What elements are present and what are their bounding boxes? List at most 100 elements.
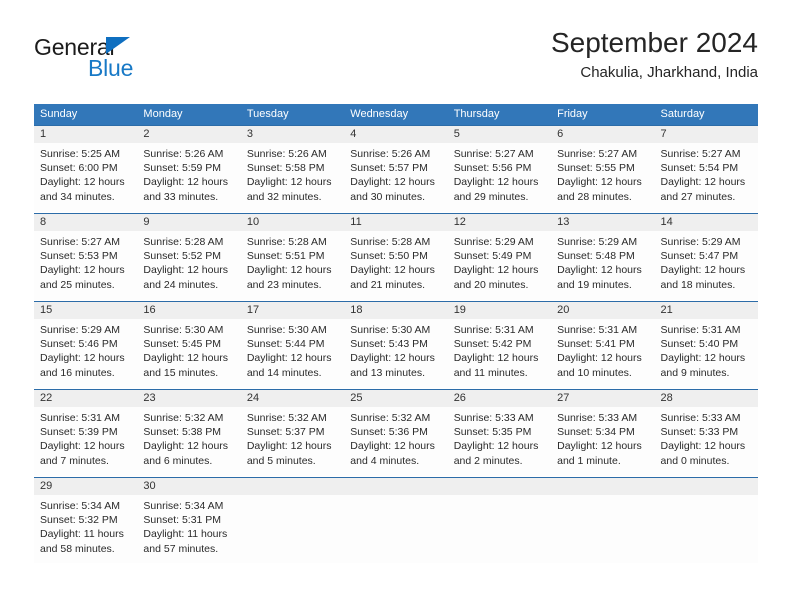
daylight-text-line1: Daylight: 12 hours — [453, 440, 539, 453]
day-cell[interactable]: 1 Sunrise: 5:25 AM Sunset: 6:00 PM Dayli… — [34, 126, 138, 213]
day-cell[interactable]: 7 Sunrise: 5:27 AM Sunset: 5:54 PM Dayli… — [654, 126, 758, 213]
day-cell[interactable]: 16 Sunrise: 5:30 AM Sunset: 5:45 PM Dayl… — [137, 302, 241, 389]
day-number: 9 — [143, 216, 150, 228]
sunset-text: Sunset: 5:57 PM — [350, 162, 428, 175]
day-number-band: 29 — [34, 478, 138, 495]
day-cell[interactable]: 15 Sunrise: 5:29 AM Sunset: 5:46 PM Dayl… — [34, 302, 138, 389]
day-cell[interactable]: 12 Sunrise: 5:29 AM Sunset: 5:49 PM Dayl… — [447, 214, 552, 301]
daylight-text-line1: Daylight: 12 hours — [143, 176, 229, 189]
day-cell[interactable]: 25 Sunrise: 5:32 AM Sunset: 5:36 PM Dayl… — [344, 390, 448, 477]
daylight-text-line2: and 28 minutes. — [557, 190, 632, 203]
day-body: Sunrise: 5:29 AM Sunset: 5:47 PM Dayligh… — [654, 231, 758, 300]
day-cell[interactable]: 23 Sunrise: 5:32 AM Sunset: 5:38 PM Dayl… — [137, 390, 241, 477]
week-row: 22 Sunrise: 5:31 AM Sunset: 5:39 PM Dayl… — [34, 389, 758, 477]
daylight-text-line1: Daylight: 12 hours — [40, 352, 125, 365]
daylight-text-line1: Daylight: 12 hours — [557, 264, 642, 277]
day-cell[interactable]: 5 Sunrise: 5:27 AM Sunset: 5:56 PM Dayli… — [447, 126, 552, 213]
day-cell[interactable]: 28 Sunrise: 5:33 AM Sunset: 5:33 PM Dayl… — [654, 390, 758, 477]
daylight-text-line2: and 5 minutes. — [246, 454, 316, 467]
daylight-text-line2: and 25 minutes. — [40, 278, 115, 291]
day-cell[interactable]: 4 Sunrise: 5:26 AM Sunset: 5:57 PM Dayli… — [344, 126, 448, 213]
day-body: Sunrise: 5:29 AM Sunset: 5:48 PM Dayligh… — [551, 231, 655, 300]
day-number-band: 10 — [240, 214, 345, 231]
sunrise-text: Sunrise: 5:29 AM — [40, 324, 120, 336]
day-cell[interactable]: 13 Sunrise: 5:29 AM Sunset: 5:48 PM Dayl… — [551, 214, 655, 301]
day-number: 1 — [40, 128, 47, 140]
daylight-text-line1: Daylight: 12 hours — [40, 440, 125, 453]
sunrise-text: Sunrise: 5:34 AM — [143, 500, 224, 512]
day-number: 11 — [350, 216, 362, 228]
daylight-text-line1: Daylight: 12 hours — [453, 264, 539, 277]
daylight-text-line2: and 24 minutes. — [143, 278, 219, 291]
day-number-band: 20 — [551, 302, 655, 319]
day-body: Sunrise: 5:27 AM Sunset: 5:53 PM Dayligh… — [34, 231, 138, 300]
masthead: General Blue September 2024 Chakulia, Jh… — [34, 26, 758, 96]
day-cell[interactable]: 8 Sunrise: 5:27 AM Sunset: 5:53 PM Dayli… — [34, 214, 138, 301]
sunrise-text: Sunrise: 5:32 AM — [350, 412, 431, 424]
day-cell[interactable]: 3 Sunrise: 5:26 AM Sunset: 5:58 PM Dayli… — [240, 126, 345, 213]
sunrise-text: Sunrise: 5:27 AM — [453, 148, 534, 160]
day-number-band: 16 — [137, 302, 241, 319]
day-cell[interactable]: 14 Sunrise: 5:29 AM Sunset: 5:47 PM Dayl… — [654, 214, 758, 301]
day-body — [551, 495, 655, 563]
sunrise-text: Sunrise: 5:33 AM — [453, 412, 534, 424]
daylight-text-line1: Daylight: 11 hours — [143, 528, 228, 541]
day-body: Sunrise: 5:30 AM Sunset: 5:43 PM Dayligh… — [344, 319, 448, 388]
page-subtitle-location: Chakulia, Jharkhand, India — [580, 64, 758, 81]
sunrise-text: Sunrise: 5:29 AM — [453, 236, 534, 248]
day-cell[interactable]: 21 Sunrise: 5:31 AM Sunset: 5:40 PM Dayl… — [654, 302, 758, 389]
sunrise-text: Sunrise: 5:30 AM — [246, 324, 327, 336]
day-number: 3 — [246, 128, 253, 140]
day-cell-empty — [344, 478, 448, 563]
day-cell[interactable]: 11 Sunrise: 5:28 AM Sunset: 5:50 PM Dayl… — [344, 214, 448, 301]
day-number-band: 3 — [240, 126, 345, 143]
daylight-text-line2: and 29 minutes. — [453, 190, 529, 203]
day-number-band: 5 — [447, 126, 552, 143]
day-body: Sunrise: 5:33 AM Sunset: 5:35 PM Dayligh… — [447, 407, 552, 476]
day-cell[interactable]: 24 Sunrise: 5:32 AM Sunset: 5:37 PM Dayl… — [240, 390, 345, 477]
weekday-header-sunday: Sunday — [40, 108, 78, 120]
day-cell[interactable]: 22 Sunrise: 5:31 AM Sunset: 5:39 PM Dayl… — [34, 390, 138, 477]
sunrise-text: Sunrise: 5:27 AM — [660, 148, 741, 160]
day-number-band: 2 — [137, 126, 241, 143]
day-number-band: 15 — [34, 302, 138, 319]
daylight-text-line2: and 4 minutes. — [350, 454, 420, 467]
day-cell[interactable]: 18 Sunrise: 5:30 AM Sunset: 5:43 PM Dayl… — [344, 302, 448, 389]
daylight-text-line1: Daylight: 12 hours — [350, 176, 435, 189]
day-number: 20 — [557, 304, 570, 316]
day-number-band: 17 — [240, 302, 345, 319]
day-cell[interactable]: 9 Sunrise: 5:28 AM Sunset: 5:52 PM Dayli… — [137, 214, 241, 301]
daylight-text-line2: and 15 minutes. — [143, 366, 219, 379]
day-cell[interactable]: 20 Sunrise: 5:31 AM Sunset: 5:41 PM Dayl… — [551, 302, 655, 389]
week-row: 8 Sunrise: 5:27 AM Sunset: 5:53 PM Dayli… — [34, 213, 758, 301]
day-body: Sunrise: 5:27 AM Sunset: 5:54 PM Dayligh… — [654, 143, 758, 212]
day-number-band: 22 — [34, 390, 138, 407]
sunset-text: Sunset: 5:58 PM — [246, 162, 325, 175]
day-cell[interactable]: 17 Sunrise: 5:30 AM Sunset: 5:44 PM Dayl… — [240, 302, 345, 389]
day-cell-empty — [551, 478, 655, 563]
day-cell[interactable]: 10 Sunrise: 5:28 AM Sunset: 5:51 PM Dayl… — [240, 214, 345, 301]
day-cell[interactable]: 6 Sunrise: 5:27 AM Sunset: 5:55 PM Dayli… — [551, 126, 655, 213]
daylight-text-line1: Daylight: 12 hours — [557, 176, 642, 189]
day-number: 19 — [453, 304, 466, 316]
day-body: Sunrise: 5:33 AM Sunset: 5:33 PM Dayligh… — [654, 407, 758, 476]
daylight-text-line2: and 18 minutes. — [660, 278, 736, 291]
day-cell[interactable]: 26 Sunrise: 5:33 AM Sunset: 5:35 PM Dayl… — [447, 390, 552, 477]
day-cell[interactable]: 29 Sunrise: 5:34 AM Sunset: 5:32 PM Dayl… — [34, 478, 138, 563]
sunrise-text: Sunrise: 5:25 AM — [40, 148, 120, 160]
general-blue-logo[interactable]: General Blue — [34, 34, 214, 90]
sunrise-text: Sunrise: 5:26 AM — [246, 148, 327, 160]
day-number: 29 — [40, 480, 53, 492]
logo-triangle-icon — [106, 37, 130, 54]
daylight-text-line2: and 0 minutes. — [660, 454, 730, 467]
day-number-band — [551, 478, 655, 495]
day-cell[interactable]: 27 Sunrise: 5:33 AM Sunset: 5:34 PM Dayl… — [551, 390, 655, 477]
day-number: 5 — [453, 128, 460, 140]
day-body: Sunrise: 5:30 AM Sunset: 5:44 PM Dayligh… — [240, 319, 345, 388]
sunrise-text: Sunrise: 5:29 AM — [557, 236, 638, 248]
sunrise-text: Sunrise: 5:26 AM — [350, 148, 431, 160]
day-cell[interactable]: 2 Sunrise: 5:26 AM Sunset: 5:59 PM Dayli… — [137, 126, 241, 213]
day-cell[interactable]: 30 Sunrise: 5:34 AM Sunset: 5:31 PM Dayl… — [137, 478, 241, 563]
day-number-band: 8 — [34, 214, 138, 231]
day-cell[interactable]: 19 Sunrise: 5:31 AM Sunset: 5:42 PM Dayl… — [447, 302, 552, 389]
